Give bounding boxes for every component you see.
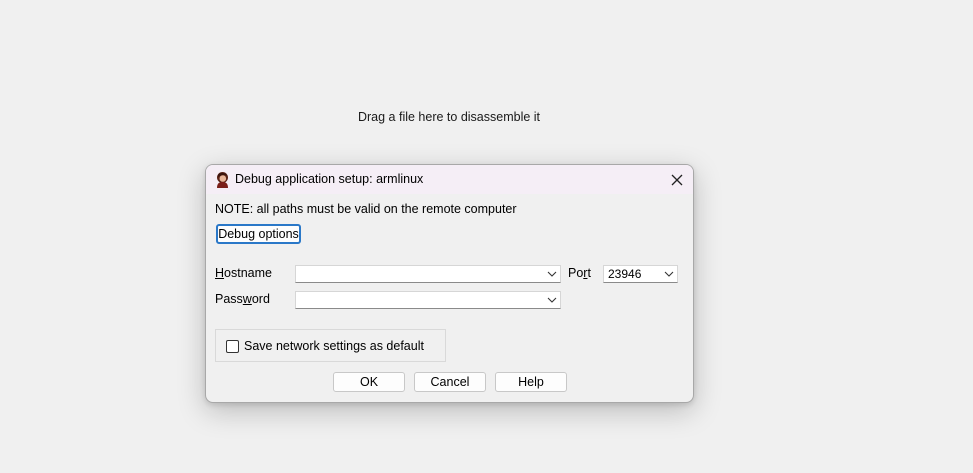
- port-value: 23946: [608, 267, 642, 281]
- save-settings-group: Save network settings as default: [215, 329, 446, 362]
- debug-options-button[interactable]: Debug options: [216, 224, 301, 244]
- drop-hint-text: Drag a file here to disassemble it: [357, 110, 541, 124]
- debug-setup-dialog: Debug application setup: armlinux NOTE: …: [205, 164, 694, 403]
- help-button[interactable]: Help: [495, 372, 567, 392]
- hostname-combobox[interactable]: [295, 265, 561, 283]
- chevron-down-icon[interactable]: [664, 270, 674, 278]
- ok-button[interactable]: OK: [333, 372, 405, 392]
- close-button[interactable]: [661, 165, 693, 194]
- password-combobox[interactable]: [295, 291, 561, 309]
- port-combobox[interactable]: 23946: [603, 265, 678, 283]
- cancel-button[interactable]: Cancel: [414, 372, 486, 392]
- save-default-checkbox[interactable]: [226, 340, 239, 353]
- paths-note: NOTE: all paths must be valid on the rem…: [215, 202, 517, 216]
- chevron-down-icon[interactable]: [547, 270, 557, 278]
- dialog-titlebar[interactable]: Debug application setup: armlinux: [206, 165, 693, 194]
- port-label: Port: [568, 266, 591, 280]
- password-label: Password: [215, 292, 270, 306]
- save-default-label[interactable]: Save network settings as default: [244, 339, 424, 353]
- dialog-title: Debug application setup: armlinux: [235, 172, 424, 186]
- hostname-label: Hostname: [215, 266, 272, 280]
- ida-avatar-icon: [214, 171, 231, 188]
- chevron-down-icon[interactable]: [547, 296, 557, 304]
- close-icon: [671, 174, 683, 185]
